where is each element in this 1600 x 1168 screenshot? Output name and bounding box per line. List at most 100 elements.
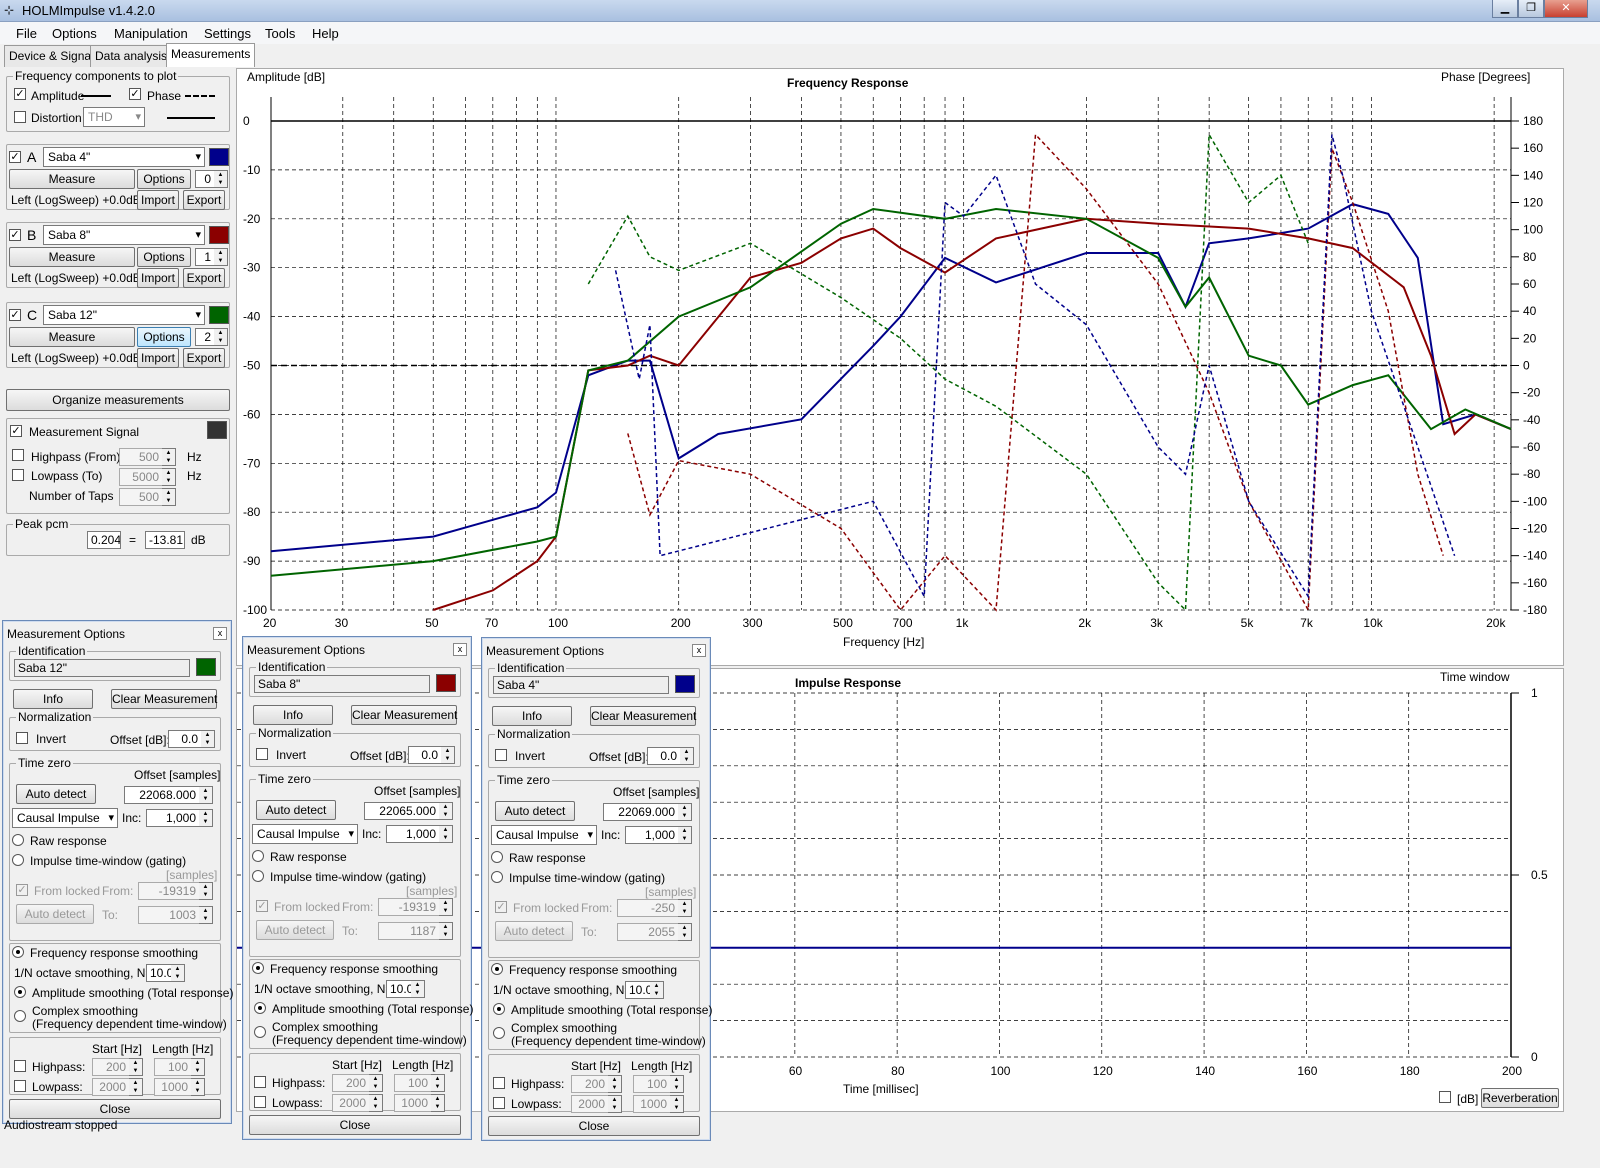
- from-locked-checkbox[interactable]: ✓: [256, 900, 268, 912]
- lp-length-spinner[interactable]: ▲ ▼: [431, 1094, 445, 1112]
- hp-length-input[interactable]: 100: [154, 1058, 192, 1076]
- impulse-type-select[interactable]: Causal Impulse: [252, 824, 358, 844]
- frequency-response-plot[interactable]: Frequency Response Amplitude [dB] Phase [D…: [237, 69, 1565, 667]
- tab-device-signal[interactable]: Device & Signal: [4, 45, 99, 67]
- dlg-lowpass-checkbox[interactable]: [493, 1097, 505, 1109]
- measurement-b-measure-button[interactable]: Measure: [9, 247, 135, 267]
- raw-response-radio[interactable]: [12, 834, 24, 846]
- hp-length-spinner[interactable]: ▲ ▼: [670, 1075, 684, 1093]
- organize-measurements-button[interactable]: Organize measurements: [6, 389, 230, 411]
- complex-smoothing-radio[interactable]: [254, 1026, 266, 1038]
- to-spinner[interactable]: ▲ ▼: [199, 906, 213, 924]
- offset-samples-spinner[interactable]: ▲ ▼: [678, 803, 692, 821]
- smoothing-radio[interactable]: [12, 946, 24, 958]
- hp-start-input[interactable]: 200: [92, 1058, 130, 1076]
- inc-input[interactable]: 1,000: [146, 809, 200, 827]
- from-input[interactable]: -19319: [378, 898, 440, 916]
- dlg-lowpass-checkbox[interactable]: [14, 1080, 26, 1092]
- lp-start-spinner[interactable]: ▲ ▼: [129, 1078, 143, 1096]
- invert-checkbox[interactable]: [495, 749, 507, 761]
- lp-start-input[interactable]: 2000: [571, 1095, 609, 1113]
- measurement-b-import-button[interactable]: Import: [137, 268, 179, 288]
- offset-samples-input[interactable]: 22068.000: [124, 786, 200, 804]
- impulse-type-select[interactable]: Causal Impulse: [12, 808, 118, 828]
- dlg-highpass-checkbox[interactable]: [493, 1077, 505, 1089]
- to-input[interactable]: 2055: [617, 923, 679, 941]
- menu-file[interactable]: File: [16, 26, 37, 41]
- hp-start-input[interactable]: 200: [332, 1074, 370, 1092]
- lp-start-input[interactable]: 2000: [92, 1078, 130, 1096]
- auto-detect-button[interactable]: Auto detect: [256, 800, 336, 820]
- offset-samples-input[interactable]: 22069.000: [603, 803, 679, 821]
- lp-length-input[interactable]: 1000: [154, 1078, 192, 1096]
- octave-spinner[interactable]: ▲ ▼: [171, 964, 185, 982]
- measurement-c-checkbox[interactable]: ✓: [9, 309, 21, 321]
- phase-checkbox[interactable]: ✓: [129, 88, 141, 100]
- lowpass-input[interactable]: 5000: [119, 468, 163, 486]
- offset-db-spinner[interactable]: ▲ ▼: [201, 730, 215, 748]
- gating-auto-detect-button[interactable]: Auto detect: [256, 920, 334, 940]
- invert-checkbox[interactable]: [256, 748, 268, 760]
- octave-spinner[interactable]: ▲ ▼: [411, 980, 425, 998]
- smoothing-radio[interactable]: [491, 963, 503, 975]
- info-button[interactable]: Info: [492, 706, 572, 726]
- measurement-c-options-button[interactable]: Options: [137, 327, 191, 347]
- measurement-c-color[interactable]: [209, 306, 229, 324]
- signal-color[interactable]: [207, 421, 227, 439]
- identification-color[interactable]: [675, 675, 695, 693]
- amplitude-checkbox[interactable]: ✓: [14, 88, 26, 100]
- clear-measurement-button[interactable]: Clear Measurement: [590, 706, 696, 726]
- to-spinner[interactable]: ▲ ▼: [678, 923, 692, 941]
- to-spinner[interactable]: ▲ ▼: [439, 922, 453, 940]
- gating-radio[interactable]: [491, 871, 503, 883]
- hp-start-input[interactable]: 200: [571, 1075, 609, 1093]
- gating-radio[interactable]: [252, 870, 264, 882]
- distortion-checkbox[interactable]: [14, 111, 26, 123]
- inc-input[interactable]: 1,000: [386, 825, 440, 843]
- close-window-button[interactable]: ✕: [1544, 0, 1588, 18]
- raw-response-radio[interactable]: [252, 850, 264, 862]
- dialog-close-button[interactable]: Close: [249, 1115, 461, 1135]
- lowpass-checkbox[interactable]: [12, 469, 24, 481]
- highpass-input[interactable]: 500: [119, 448, 163, 466]
- lp-length-spinner[interactable]: ▲ ▼: [670, 1095, 684, 1113]
- measurement-c-select[interactable]: Saba 12": [43, 305, 205, 325]
- gating-auto-detect-button[interactable]: Auto detect: [16, 904, 94, 924]
- minimize-button[interactable]: ▁: [1492, 0, 1518, 18]
- dialog-close-icon[interactable]: x: [692, 644, 706, 657]
- info-button[interactable]: Info: [253, 705, 333, 725]
- measurement-a-checkbox[interactable]: ✓: [9, 151, 21, 163]
- invert-checkbox[interactable]: [16, 732, 28, 744]
- measurement-b-export-button[interactable]: Export: [183, 268, 225, 288]
- measurement-b-color[interactable]: [209, 226, 229, 244]
- dlg-highpass-checkbox[interactable]: [254, 1076, 266, 1088]
- reverberation-button[interactable]: Reverberation: [1481, 1088, 1559, 1108]
- info-button[interactable]: Info: [13, 689, 93, 709]
- menu-help[interactable]: Help: [312, 26, 339, 41]
- dialog-close-icon[interactable]: x: [213, 627, 227, 640]
- inc-spinner[interactable]: ▲ ▼: [439, 825, 453, 843]
- dlg-highpass-checkbox[interactable]: [14, 1060, 26, 1072]
- lp-start-spinner[interactable]: ▲ ▼: [608, 1095, 622, 1113]
- from-spinner[interactable]: ▲ ▼: [199, 882, 213, 900]
- offset-samples-input[interactable]: 22065.000: [364, 802, 440, 820]
- inc-spinner[interactable]: ▲ ▼: [678, 826, 692, 844]
- raw-response-radio[interactable]: [491, 851, 503, 863]
- measurement-c-measure-button[interactable]: Measure: [9, 327, 135, 347]
- from-input[interactable]: -19319: [138, 882, 200, 900]
- amplitude-smoothing-radio[interactable]: [14, 986, 26, 998]
- auto-detect-button[interactable]: Auto detect: [16, 784, 96, 804]
- hp-length-spinner[interactable]: ▲ ▼: [431, 1074, 445, 1092]
- to-input[interactable]: 1003: [138, 906, 200, 924]
- lp-start-spinner[interactable]: ▲ ▼: [369, 1094, 383, 1112]
- measurement-a-index-spinner[interactable]: ▲ ▼: [214, 170, 228, 188]
- menu-tools[interactable]: Tools: [265, 26, 295, 41]
- identification-input[interactable]: Saba 4": [493, 676, 669, 694]
- measurement-a-index[interactable]: 0: [195, 170, 215, 188]
- measurement-a-import-button[interactable]: Import: [137, 190, 179, 210]
- octave-input[interactable]: 10.0: [146, 964, 172, 982]
- identification-color[interactable]: [436, 674, 456, 692]
- octave-input[interactable]: 10.0: [386, 980, 412, 998]
- complex-smoothing-radio[interactable]: [493, 1027, 505, 1039]
- measurement-signal-checkbox[interactable]: ✓: [10, 425, 22, 437]
